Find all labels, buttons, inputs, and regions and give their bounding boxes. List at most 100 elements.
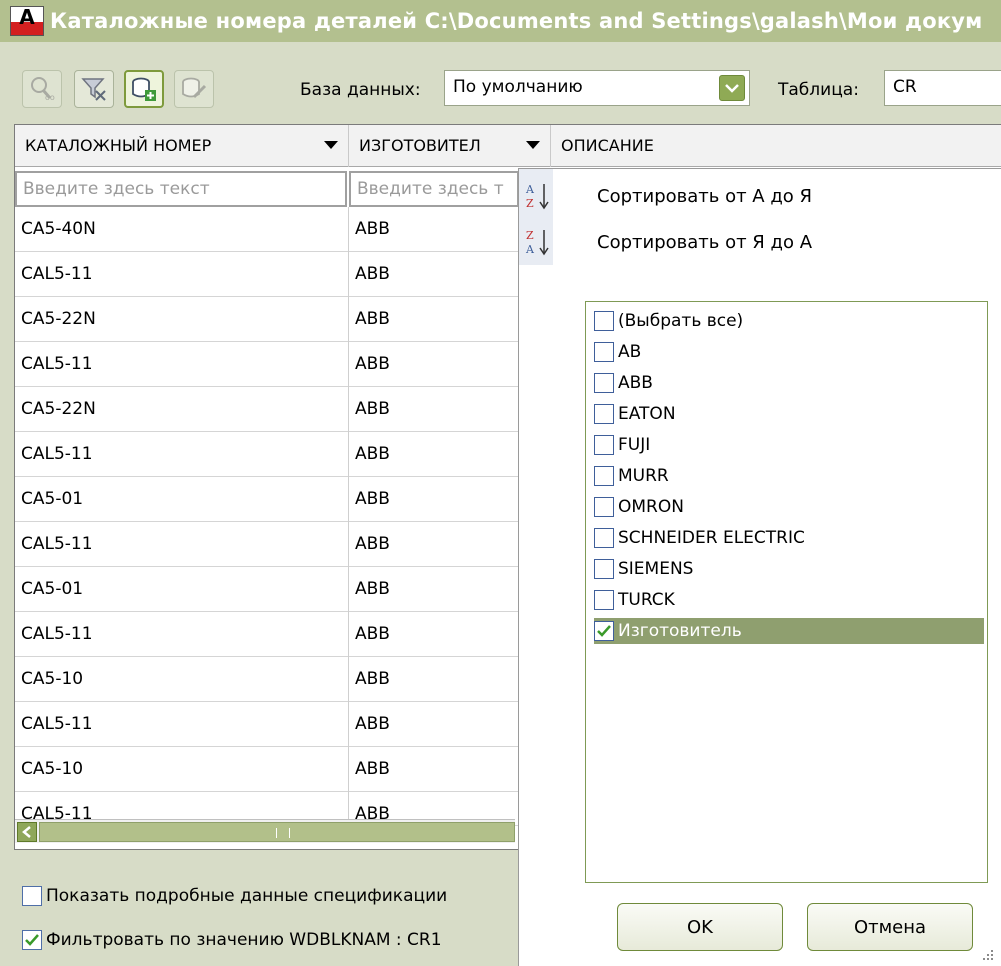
filter-item-select-all[interactable]: (Выбрать все) [594,308,984,334]
ok-button[interactable]: OK [617,903,783,951]
manufacturer-cell: ABB [349,747,519,792]
scroll-left-button[interactable] [17,822,37,842]
database-value: По умолчанию [453,77,583,97]
filter-item-turck[interactable]: TURCK [594,587,984,613]
search-parts-button[interactable]: oo [22,70,62,108]
sort-ascending-label: Сортировать от А до Я [597,186,813,207]
catalog-cell: CA5-10 [15,657,349,702]
table-row[interactable]: CA5-22N ABB [15,387,535,432]
autocad-app-icon[interactable]: A [10,5,44,36]
filter-item-eaton[interactable]: EATON [594,401,984,427]
manufacturer-cell: ABB [349,207,519,252]
manufacturer-cell: ABB [349,342,519,387]
filter-item-checkbox[interactable] [594,342,614,362]
filter-item-fuji[interactable]: FUJI [594,432,984,458]
edit-record-button[interactable] [174,70,214,108]
catalog-cell: CAL5-11 [15,252,349,297]
filter-item-checkbox[interactable] [594,590,614,610]
clear-filter-button[interactable] [74,70,114,108]
filter-item-siemens[interactable]: SIEMENS [594,556,984,582]
filter-item-schneider-electric[interactable]: SCHNEIDER ELECTRIC [594,525,984,551]
catalog-filter-input[interactable]: Введите здесь текст [15,171,347,207]
filter-item-checkbox[interactable] [594,559,614,579]
filter-item-checkbox[interactable] [594,497,614,517]
checkmark-icon [25,934,39,946]
table-row[interactable]: CAL5-11 ABB [15,612,535,657]
filter-item-manufacturer[interactable]: Изготовитель [594,618,984,644]
filter-item-checkbox[interactable] [594,435,614,455]
manufacturer-cell: ABB [349,252,519,297]
add-record-button[interactable] [124,70,164,108]
database-dropdown-button[interactable] [719,75,745,101]
database-select[interactable]: По умолчанию [444,70,750,106]
sort-ascending-item[interactable]: A Z Сортировать от А до Я [519,173,1001,219]
table-value: CR [893,77,917,97]
search-parts-icon: oo [31,77,55,102]
catalog-cell: CA5-22N [15,297,349,342]
column-header-description[interactable]: ОПИСАНИЕ [551,125,1001,167]
grid-rows: CA5-40N ABB CAL5-11 ABB CA5-22N ABB CAL5-11… [15,207,535,826]
column-filter-arrow-icon[interactable] [526,141,540,149]
filter-item-murr[interactable]: MURR [594,463,984,489]
add-record-icon [132,77,156,101]
filter-item-checkbox[interactable] [594,621,614,641]
horizontal-scrollbar[interactable] [15,819,515,843]
catalog-cell: CAL5-11 [15,342,349,387]
database-label: База данных: [300,80,421,100]
checkmark-icon [597,625,611,637]
filter-item-label: ABB [618,373,653,393]
manufacturer-filter-input[interactable]: Введите здесь т [349,171,519,207]
table-row[interactable]: CA5-10 ABB [15,747,535,792]
sort-descending-item[interactable]: Z A Сортировать от Я до А [519,219,1001,265]
resize-grip-icon[interactable] [981,948,995,962]
column-header-manufacturer[interactable]: ИЗГОТОВИТЕЛ [349,125,551,167]
filter-values-list[interactable]: (Выбрать все) AB ABB EATON FUJI MURR OMR… [585,301,988,883]
cancel-button[interactable]: Отмена [807,903,973,951]
filter-item-label: SCHNEIDER ELECTRIC [618,528,805,548]
table-row[interactable]: CAL5-11 ABB [15,432,535,477]
manufacturer-cell: ABB [349,387,519,432]
table-row[interactable]: CA5-10 ABB [15,657,535,702]
manufacturer-cell: ABB [349,522,519,567]
filter-item-label: Изготовитель [618,621,742,641]
sort-descending-label: Сортировать от Я до А [597,232,813,253]
show-details-checkbox[interactable] [22,886,42,906]
table-row[interactable]: CA5-22N ABB [15,297,535,342]
table-row[interactable]: CA5-01 ABB [15,477,535,522]
manufacturer-cell: ABB [349,477,519,522]
table-row[interactable]: CAL5-11 ABB [15,252,535,297]
filter-item-abb[interactable]: ABB [594,370,984,396]
column-header-catalog[interactable]: КАТАЛОЖНЫЙ НОМЕР [15,125,349,167]
table-row[interactable]: CA5-40N ABB [15,207,535,252]
select-all-checkbox[interactable] [594,311,614,331]
chevron-left-icon [22,826,31,838]
table-row[interactable]: CAL5-11 ABB [15,702,535,747]
table-select[interactable]: CR [884,70,1001,106]
manufacturer-cell: ABB [349,567,519,612]
catalog-cell: CA5-40N [15,207,349,252]
show-details-option[interactable]: Показать подробные данные спецификации [22,886,447,906]
filter-item-checkbox[interactable] [594,404,614,424]
scroll-thumb[interactable] [39,822,515,842]
catalog-cell: CA5-10 [15,747,349,792]
grid-header: КАТАЛОЖНЫЙ НОМЕР ИЗГОТОВИТЕЛ ОПИСАНИЕ [15,125,1001,167]
filter-by-value-option[interactable]: Фильтровать по значению WDBLKNAM : CR1 [22,930,442,950]
svg-text:A: A [525,183,535,196]
column-header-label: ИЗГОТОВИТЕЛ [359,136,481,155]
table-row[interactable]: CA5-01 ABB [15,567,535,612]
filter-item-checkbox[interactable] [594,373,614,393]
filter-by-value-checkbox[interactable] [22,930,42,950]
filter-item-checkbox[interactable] [594,466,614,486]
column-header-label: КАТАЛОЖНЫЙ НОМЕР [25,136,212,155]
clear-filter-icon [81,78,106,101]
table-label: Таблица: [778,80,859,100]
filter-item-label: FUJI [618,435,651,455]
filter-item-label: (Выбрать все) [618,311,744,331]
filter-item-checkbox[interactable] [594,528,614,548]
filter-item-label: TURCK [618,590,675,610]
filter-item-ab[interactable]: AB [594,339,984,365]
table-row[interactable]: CAL5-11 ABB [15,342,535,387]
column-filter-arrow-icon[interactable] [324,141,338,149]
filter-item-omron[interactable]: OMRON [594,494,984,520]
table-row[interactable]: CAL5-11 ABB [15,522,535,567]
